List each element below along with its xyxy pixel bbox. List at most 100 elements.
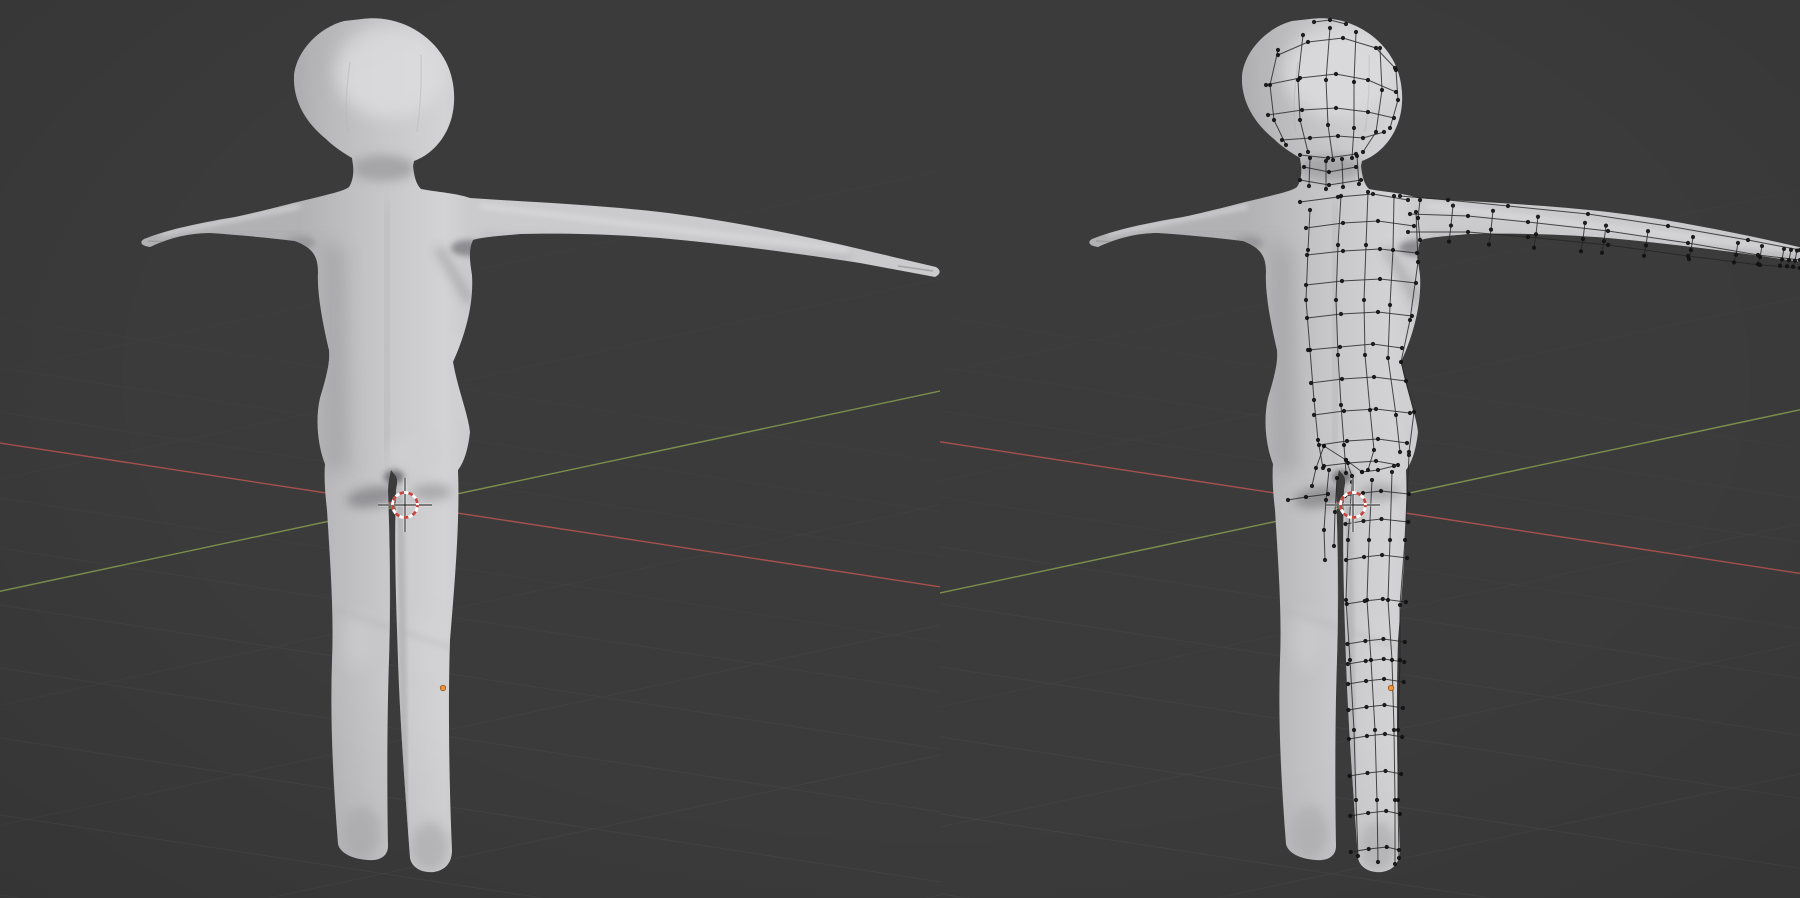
mesh-vertex[interactable]: [1305, 253, 1309, 257]
mesh-vertex[interactable]: [1324, 78, 1328, 82]
mesh-vertex[interactable]: [1778, 264, 1782, 268]
mesh-vertex[interactable]: [1379, 489, 1383, 493]
mesh-vertex[interactable]: [1280, 138, 1284, 142]
mesh-vertex[interactable]: [1366, 78, 1370, 82]
mesh-vertex[interactable]: [1447, 239, 1451, 243]
mesh-vertex[interactable]: [1371, 192, 1375, 196]
mesh-vertex[interactable]: [1405, 556, 1409, 560]
mesh-vertex[interactable]: [1398, 450, 1402, 454]
mesh-vertex[interactable]: [1352, 80, 1356, 84]
mesh-vertex[interactable]: [1379, 517, 1383, 521]
mesh-vertex[interactable]: [1412, 224, 1416, 228]
mesh-vertex[interactable]: [1345, 642, 1349, 646]
mesh-vertex[interactable]: [1642, 254, 1646, 258]
mesh-vertex[interactable]: [1324, 159, 1328, 163]
mesh-vertex[interactable]: [1393, 862, 1397, 866]
mesh-vertex[interactable]: [1396, 798, 1400, 802]
mesh-vertex[interactable]: [1354, 165, 1358, 169]
mesh-vertex[interactable]: [1305, 316, 1309, 320]
mesh-vertex[interactable]: [1344, 471, 1348, 475]
mesh-vertex[interactable]: [1758, 255, 1762, 259]
mesh-vertex[interactable]: [1298, 200, 1302, 204]
mesh-vertex[interactable]: [1348, 814, 1352, 818]
mesh-vertex[interactable]: [1401, 706, 1405, 710]
mesh-vertex[interactable]: [1336, 195, 1340, 199]
mesh-vertex[interactable]: [1407, 453, 1411, 457]
mesh-vertex[interactable]: [1397, 848, 1401, 852]
mesh-vertex[interactable]: [1350, 474, 1354, 478]
mesh-vertex[interactable]: [1691, 235, 1695, 239]
mesh-vertex[interactable]: [1400, 735, 1404, 739]
mesh-vertex[interactable]: [1312, 398, 1316, 402]
mesh-vertex[interactable]: [1308, 208, 1312, 212]
mesh-vertex[interactable]: [1338, 345, 1342, 349]
mesh-vertex[interactable]: [1355, 154, 1359, 158]
mesh-vertex[interactable]: [1344, 598, 1348, 602]
mesh-vertex[interactable]: [1374, 459, 1378, 463]
mesh-vertex[interactable]: [1388, 126, 1392, 130]
mesh-vertex[interactable]: [1602, 239, 1606, 243]
mesh-vertex[interactable]: [1466, 230, 1470, 234]
mesh-vertex[interactable]: [1412, 410, 1416, 414]
mesh-vertex[interactable]: [1328, 26, 1332, 30]
mesh-vertex[interactable]: [1349, 850, 1353, 854]
mesh-vertex[interactable]: [1359, 178, 1363, 182]
mesh-vertex[interactable]: [1382, 130, 1386, 134]
mesh-vertex[interactable]: [1367, 538, 1371, 542]
mesh-vertex[interactable]: [1341, 185, 1345, 189]
mesh-vertex[interactable]: [1391, 248, 1395, 252]
mesh-vertex[interactable]: [1341, 221, 1345, 225]
mesh-vertex[interactable]: [1373, 728, 1377, 732]
mesh-vertex[interactable]: [1312, 413, 1316, 417]
mesh-vertex[interactable]: [1370, 478, 1374, 482]
mesh-vertex[interactable]: [1363, 599, 1367, 603]
mesh-vertex[interactable]: [1328, 18, 1332, 22]
mesh-vertex[interactable]: [1408, 318, 1412, 322]
mesh-vertex[interactable]: [1302, 165, 1306, 169]
mesh-vertex[interactable]: [1298, 118, 1302, 122]
mesh-vertex[interactable]: [1354, 30, 1358, 34]
mesh-vertex[interactable]: [1342, 409, 1346, 413]
mesh-vertex[interactable]: [1756, 262, 1760, 266]
mesh-vertex[interactable]: [1381, 597, 1385, 601]
mesh-vertex[interactable]: [1306, 348, 1310, 352]
mesh-vertex[interactable]: [1327, 183, 1331, 187]
mesh-vertex[interactable]: [1346, 538, 1350, 542]
mesh-vertex[interactable]: [1369, 658, 1373, 662]
mesh-vertex[interactable]: [1364, 705, 1368, 709]
mesh-vertex[interactable]: [1357, 182, 1361, 186]
mesh-vertex[interactable]: [1366, 190, 1370, 194]
mesh-vertex[interactable]: [1336, 243, 1340, 247]
mesh-vertex[interactable]: [1791, 265, 1795, 269]
mesh-vertex[interactable]: [1405, 441, 1409, 445]
mesh-vertex[interactable]: [1397, 856, 1401, 860]
mesh-vertex[interactable]: [1396, 463, 1400, 467]
mesh-vertex[interactable]: [1392, 194, 1396, 198]
mesh-vertex[interactable]: [1300, 108, 1304, 112]
mesh-vertex[interactable]: [1372, 375, 1376, 379]
mesh-vertex[interactable]: [1398, 658, 1402, 662]
mesh-vertex[interactable]: [1526, 220, 1530, 224]
mesh-vertex[interactable]: [1301, 33, 1305, 37]
mesh-vertex[interactable]: [1323, 558, 1327, 562]
mesh-vertex[interactable]: [1782, 247, 1786, 251]
mesh-vertex[interactable]: [1410, 314, 1414, 318]
mesh-vertex[interactable]: [1362, 298, 1366, 302]
mesh-vertex[interactable]: [1339, 312, 1343, 316]
mesh-vertex[interactable]: [1343, 522, 1347, 526]
mesh-vertex[interactable]: [1404, 379, 1408, 383]
mesh-vertex[interactable]: [1304, 495, 1308, 499]
mesh-vertex[interactable]: [1298, 153, 1302, 157]
mesh-vertex[interactable]: [1304, 226, 1308, 230]
mesh-vertex[interactable]: [1344, 22, 1348, 26]
mesh-vertex[interactable]: [1780, 257, 1784, 261]
mesh-vertex[interactable]: [1334, 298, 1338, 302]
mesh-vertex[interactable]: [1689, 248, 1693, 252]
mesh-vertex[interactable]: [1309, 381, 1313, 385]
mesh-vertex[interactable]: [1317, 443, 1321, 447]
mesh-vertex[interactable]: [1646, 229, 1650, 233]
mesh-vertex[interactable]: [1581, 237, 1585, 241]
mesh-vertex[interactable]: [1487, 242, 1491, 246]
mesh-vertex[interactable]: [1347, 737, 1351, 741]
mesh-vertex[interactable]: [1376, 860, 1380, 864]
